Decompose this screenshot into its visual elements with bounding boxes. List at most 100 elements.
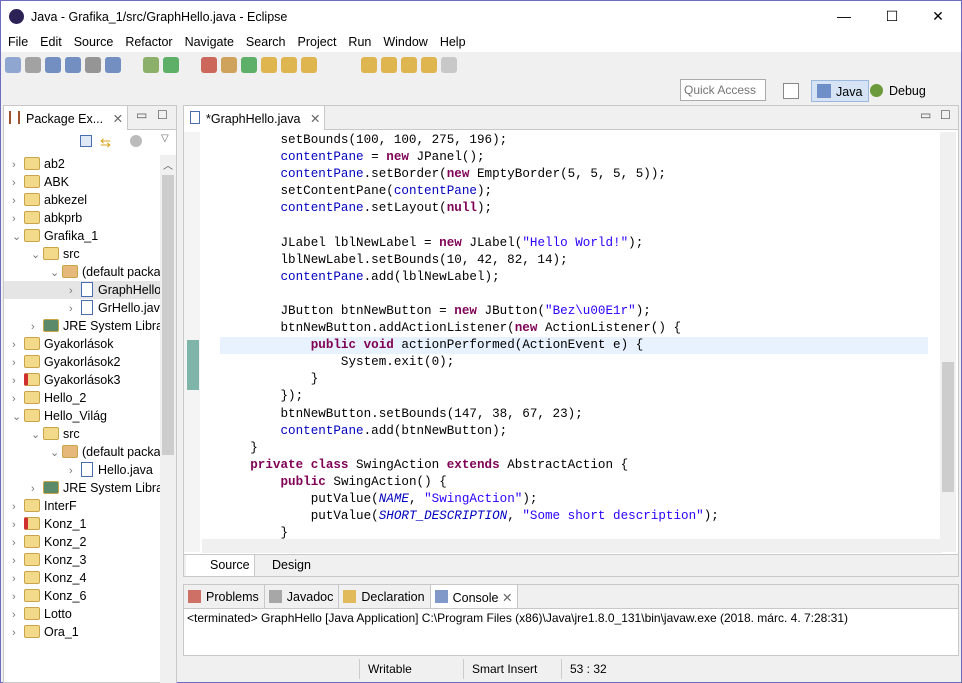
chevron-right-icon[interactable]: › — [12, 552, 24, 569]
tree-item[interactable]: ⌄ src — [4, 245, 160, 263]
code-line[interactable]: public void actionPerformed(ActionEvent … — [220, 337, 928, 355]
tree-item[interactable]: › Lotto — [4, 605, 160, 623]
tree-item[interactable]: ⌄ src — [4, 425, 160, 443]
new-dropdown-icon[interactable] — [25, 56, 41, 73]
chevron-right-icon[interactable]: › — [69, 282, 81, 299]
chevron-right-icon[interactable]: › — [12, 156, 24, 173]
code-line[interactable]: setBounds(100, 100, 275, 196); — [220, 132, 928, 149]
code-line[interactable]: } — [220, 371, 928, 388]
open-folder-icon[interactable] — [281, 56, 297, 73]
tree-item[interactable]: › abkezel — [4, 191, 160, 209]
perspective-debug[interactable]: Debug — [865, 80, 932, 102]
menu-refactor[interactable]: Refactor — [118, 35, 177, 49]
chevron-down-icon[interactable]: ⌄ — [50, 444, 62, 461]
link-with-editor-icon[interactable]: ⇆ — [100, 135, 111, 151]
minimize-button[interactable]: — — [821, 1, 867, 32]
close-tab-icon[interactable]: ✕ — [498, 591, 512, 605]
tree-item[interactable]: › Konz_2 — [4, 533, 160, 551]
tree-item[interactable]: ⌄ (default package) — [4, 443, 160, 461]
debug-icon[interactable] — [143, 56, 159, 73]
filters-icon[interactable] — [130, 135, 142, 147]
tree-item[interactable]: › Konz_3 — [4, 551, 160, 569]
chevron-right-icon[interactable]: › — [31, 480, 43, 497]
code-line[interactable]: }); — [220, 388, 928, 405]
tree-item[interactable]: › Gyakorlások3 — [4, 371, 160, 389]
code-line[interactable]: putValue(SHORT_DESCRIPTION, "Some short … — [220, 508, 928, 525]
view-menu-icon[interactable]: ▽ — [161, 133, 169, 144]
chevron-right-icon[interactable]: › — [12, 390, 24, 407]
editor-scrollbar[interactable] — [940, 132, 956, 552]
code-line[interactable]: contentPane.add(lblNewLabel); — [220, 269, 928, 286]
tree-item[interactable]: › GrHello.java — [4, 299, 160, 317]
scroll-thumb[interactable] — [162, 175, 174, 455]
code-line[interactable] — [220, 217, 928, 234]
run-external-icon[interactable] — [201, 56, 217, 73]
code-line[interactable]: btnNewButton.addActionListener(new Actio… — [220, 320, 928, 337]
chevron-right-icon[interactable]: › — [12, 516, 24, 533]
chevron-right-icon[interactable]: › — [12, 192, 24, 209]
next-annotation-icon[interactable] — [361, 56, 377, 73]
tree-item[interactable]: ⌄ (default package) — [4, 263, 160, 281]
chevron-right-icon[interactable]: › — [69, 300, 81, 317]
scroll-thumb[interactable] — [942, 362, 954, 492]
menu-source[interactable]: Source — [67, 35, 119, 49]
menu-project[interactable]: Project — [291, 35, 342, 49]
previous-annotation-icon[interactable] — [381, 56, 397, 73]
open-perspective-icon[interactable] — [783, 83, 799, 99]
chevron-right-icon[interactable]: › — [12, 588, 24, 605]
forward-icon[interactable] — [441, 56, 457, 73]
chevron-down-icon[interactable]: ⌄ — [31, 426, 43, 443]
chevron-right-icon[interactable]: › — [12, 372, 24, 389]
close-tab-icon[interactable]: ✕ — [310, 112, 320, 126]
run-icon[interactable] — [163, 56, 179, 73]
code-line[interactable]: contentPane = new JPanel(); — [220, 149, 928, 166]
code-line[interactable]: JButton btnNewButton = new JButton("Bez\… — [220, 303, 928, 320]
chevron-right-icon[interactable]: › — [12, 606, 24, 623]
code-line[interactable]: contentPane.setLayout(null); — [220, 200, 928, 217]
tab-source[interactable]: Source — [186, 555, 255, 576]
chevron-down-icon[interactable]: ⌄ — [12, 408, 24, 425]
close-tab-icon[interactable]: ✕ — [113, 112, 123, 126]
code-line[interactable]: JLabel lblNewLabel = new JLabel("Hello W… — [220, 235, 928, 252]
close-button[interactable]: ✕ — [915, 1, 961, 32]
maximize-view-icon[interactable]: ☐ — [157, 108, 168, 122]
code-line[interactable]: contentPane.setBorder(new EmptyBorder(5,… — [220, 166, 928, 183]
minimize-editor-icon[interactable]: ▭ — [920, 108, 931, 122]
tab-graphhello-java[interactable]: *GraphHello.java ✕ — [184, 106, 326, 130]
chevron-right-icon[interactable]: › — [12, 624, 24, 641]
perspective-java[interactable]: Java — [811, 80, 870, 102]
collapse-all-icon[interactable] — [80, 135, 92, 147]
new-class-icon[interactable] — [241, 56, 257, 73]
last-edit-icon[interactable] — [401, 56, 417, 73]
menu-edit[interactable]: Edit — [33, 35, 67, 49]
chevron-down-icon[interactable]: ⌄ — [12, 228, 24, 245]
chevron-right-icon[interactable]: › — [12, 498, 24, 515]
print-icon[interactable] — [85, 56, 101, 73]
tree-item[interactable]: › Ora_1 — [4, 623, 160, 641]
back-icon[interactable] — [421, 56, 437, 73]
horizontal-scrollbar[interactable] — [202, 539, 942, 553]
tab-problems[interactable]: Problems — [184, 585, 265, 608]
minimize-view-icon[interactable]: ▭ — [136, 108, 147, 122]
chevron-right-icon[interactable]: › — [12, 534, 24, 551]
menu-search[interactable]: Search — [239, 35, 291, 49]
tree-item[interactable]: › ab2 — [4, 155, 160, 173]
tree-item[interactable]: › Gyakorlások2 — [4, 353, 160, 371]
tab-design[interactable]: Design — [250, 555, 315, 576]
chevron-right-icon[interactable]: › — [31, 318, 43, 335]
chevron-right-icon[interactable]: › — [12, 210, 24, 227]
code-line[interactable]: setContentPane(contentPane); — [220, 183, 928, 200]
chevron-right-icon[interactable]: › — [69, 462, 81, 479]
search-icon[interactable] — [301, 56, 317, 73]
scroll-up-icon[interactable]: ︿ — [163, 157, 173, 172]
tree-item[interactable]: › ABK — [4, 173, 160, 191]
chevron-down-icon[interactable]: ⌄ — [31, 246, 43, 263]
code-line[interactable]: } — [220, 440, 928, 457]
code-line[interactable]: private class SwingAction extends Abstra… — [220, 457, 928, 474]
code-line[interactable]: public SwingAction() { — [220, 474, 928, 491]
chevron-down-icon[interactable]: ⌄ — [50, 264, 62, 281]
tree-item[interactable]: › Konz_1 — [4, 515, 160, 533]
tab-console[interactable]: Console ✕ — [430, 585, 519, 608]
menu-run[interactable]: Run — [341, 35, 376, 49]
quick-access-input[interactable] — [680, 79, 766, 101]
